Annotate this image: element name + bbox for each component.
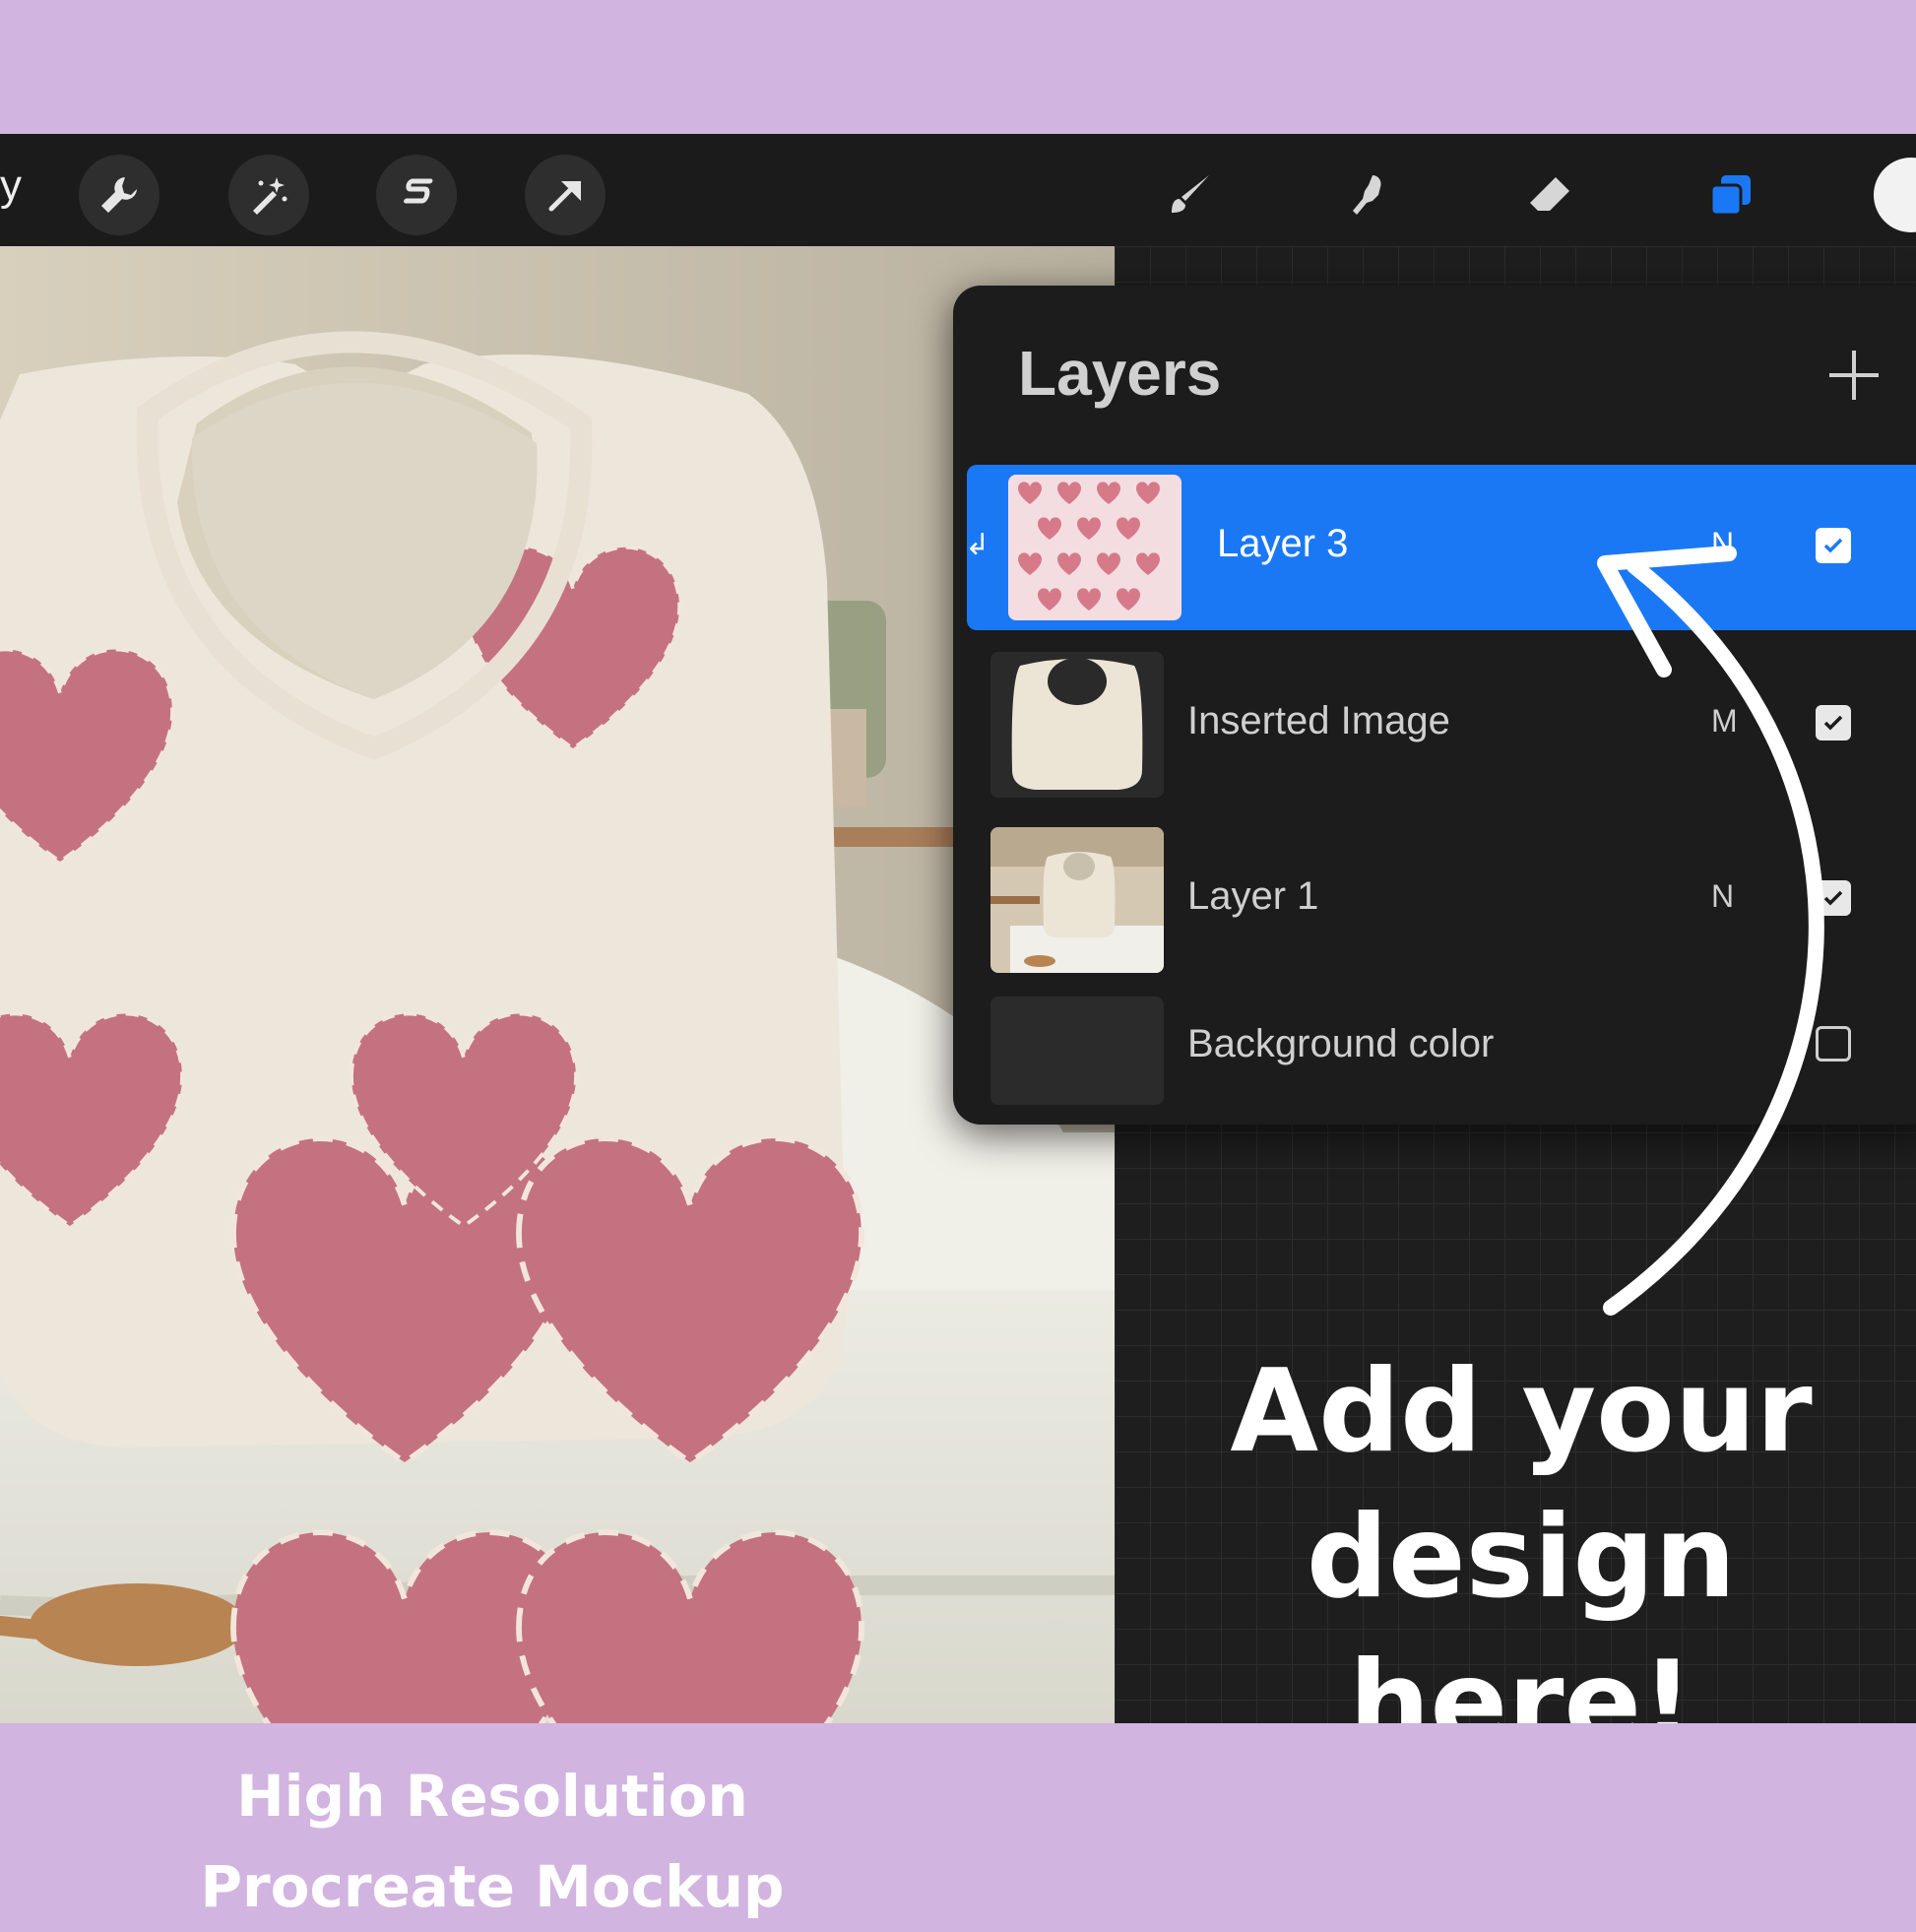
background-color-swatch xyxy=(990,997,1164,1105)
layer-thumbnail xyxy=(990,827,1164,973)
callout-line-1: Add your xyxy=(1230,1345,1813,1478)
layer-name: Layer 1 xyxy=(1187,874,1319,918)
heart-pattern-thumbnail xyxy=(1018,482,1160,611)
layer-row-layer-1[interactable]: Layer 1 N xyxy=(967,817,1916,983)
gallery-link[interactable]: y xyxy=(0,161,22,211)
layers-panel: Layers ↲ Layer 3 N Inserted Image M Laye… xyxy=(953,286,1916,1125)
eraser-tool[interactable] xyxy=(1512,158,1587,232)
wrench-icon xyxy=(101,177,137,213)
bib-mockup-image xyxy=(0,246,1115,1723)
transform-arrow-icon xyxy=(548,181,581,212)
visibility-checkbox[interactable] xyxy=(1816,705,1851,741)
checkmark-icon xyxy=(1823,715,1843,731)
blend-mode-button[interactable]: N xyxy=(1711,526,1734,562)
plus-icon[interactable] xyxy=(1820,341,1888,410)
blank-bib-thumbnail xyxy=(990,652,1164,798)
visibility-checkbox[interactable] xyxy=(1816,528,1851,563)
layer-thumbnail xyxy=(990,652,1164,798)
blend-mode-button[interactable]: N xyxy=(1711,878,1734,915)
selection-icon xyxy=(404,178,433,204)
layer-name: Layer 3 xyxy=(1217,522,1349,565)
layer-name: Background color xyxy=(1187,1022,1495,1065)
adjustments-button[interactable] xyxy=(228,155,309,235)
visibility-checkbox[interactable] xyxy=(1816,1026,1851,1062)
visibility-checkbox[interactable] xyxy=(1816,880,1851,916)
layers-tool[interactable] xyxy=(1693,158,1768,232)
layer-thumbnail xyxy=(1008,475,1182,620)
footer-title: High Resolution Procreate Mockup xyxy=(118,1751,866,1932)
blend-mode-button[interactable]: M xyxy=(1711,703,1738,740)
brush-tool[interactable] xyxy=(1152,158,1227,232)
smudge-tool[interactable] xyxy=(1333,158,1408,232)
mockup-photo xyxy=(0,246,1115,1723)
magic-wand-icon xyxy=(253,177,287,215)
smudge-icon xyxy=(1353,175,1381,215)
checkmark-icon xyxy=(1823,890,1843,906)
transform-button[interactable] xyxy=(525,155,606,235)
footer-line-2: Procreate Mockup xyxy=(200,1853,785,1920)
brush-icon xyxy=(1172,175,1209,213)
layers-title: Layers xyxy=(1018,338,1222,409)
footer-line-1: High Resolution xyxy=(236,1763,748,1830)
selection-button[interactable] xyxy=(376,155,457,235)
bib-on-highchair-thumbnail xyxy=(990,827,1164,973)
eraser-icon xyxy=(1530,177,1569,211)
checkmark-icon xyxy=(1823,538,1843,553)
layer-row-background-color[interactable]: Background color xyxy=(967,987,1916,1125)
layers-icon xyxy=(1709,175,1751,217)
layer-row-layer-3[interactable]: ↲ Layer 3 N xyxy=(965,465,1916,630)
layer-name: Inserted Image xyxy=(1187,699,1450,742)
clipping-mask-icon: ↲ xyxy=(965,528,990,562)
top-banner xyxy=(0,0,1916,134)
actions-button[interactable] xyxy=(79,155,160,235)
layer-row-inserted-image[interactable]: Inserted Image M xyxy=(967,642,1916,807)
callout-text: Add your design here! xyxy=(1142,1339,1900,1776)
